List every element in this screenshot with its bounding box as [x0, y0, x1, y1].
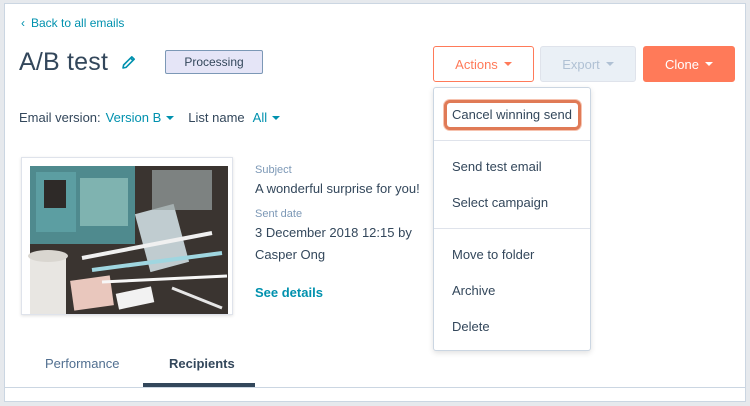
menu-divider [434, 140, 590, 141]
menu-divider [434, 228, 590, 229]
list-name-dropdown[interactable]: All [252, 110, 281, 125]
caret-down-icon [704, 62, 713, 66]
caret-down-icon [166, 115, 175, 120]
email-version-label: Email version: [19, 110, 101, 125]
back-link[interactable]: ‹ Back to all emails [21, 16, 124, 30]
see-details-link[interactable]: See details [255, 285, 323, 300]
clone-button[interactable]: Clone [643, 46, 735, 82]
subject-label: Subject [255, 164, 292, 176]
status-badge: Processing [165, 50, 263, 74]
actions-dropdown-menu: Cancel winning send Send test email Sele… [433, 87, 591, 351]
caret-down-icon [272, 115, 281, 120]
tab-recipients[interactable]: Recipients [169, 356, 235, 371]
page-title: A/B test [19, 48, 109, 76]
menu-item-send-test-email[interactable]: Send test email [452, 159, 542, 174]
filter-bar: Email version: Version B List name All [19, 110, 281, 125]
email-meta: Subject A wonderful surprise for you! Se… [255, 164, 420, 266]
sent-date-label: Sent date [255, 208, 303, 220]
chevron-left-icon: ‹ [21, 16, 25, 30]
tab-performance[interactable]: Performance [45, 356, 119, 371]
sent-by-value: Casper Ong [255, 247, 326, 262]
menu-item-move-to-folder[interactable]: Move to folder [452, 247, 534, 262]
email-preview-thumbnail[interactable] [21, 157, 233, 315]
caret-down-icon [605, 62, 614, 66]
email-preview-image [22, 158, 232, 314]
back-link-label: Back to all emails [31, 16, 125, 30]
menu-item-archive[interactable]: Archive [452, 283, 495, 298]
export-button-label: Export [562, 56, 600, 72]
pencil-icon[interactable] [121, 54, 137, 70]
active-tab-indicator [143, 383, 255, 387]
list-name-label: List name [188, 110, 245, 125]
export-button[interactable]: Export [540, 46, 636, 82]
email-version-dropdown[interactable]: Version B [106, 110, 175, 125]
actions-button-label: Actions [455, 56, 498, 72]
caret-down-icon [503, 62, 512, 66]
actions-button[interactable]: Actions [433, 46, 534, 82]
menu-item-cancel-winning-send[interactable]: Cancel winning send [452, 107, 572, 122]
sent-date-value: 3 December 2018 12:15 by [255, 225, 412, 240]
menu-item-select-campaign[interactable]: Select campaign [452, 195, 548, 210]
email-version-value: Version B [105, 110, 162, 125]
list-name-value: All [252, 110, 268, 125]
clone-button-label: Clone [665, 56, 699, 72]
email-details-page: ‹ Back to all emails A/B test Processing… [4, 3, 746, 402]
tab-bar: Performance Recipients [5, 344, 745, 388]
menu-item-delete[interactable]: Delete [452, 319, 490, 334]
subject-value: A wonderful surprise for you! [255, 181, 420, 196]
